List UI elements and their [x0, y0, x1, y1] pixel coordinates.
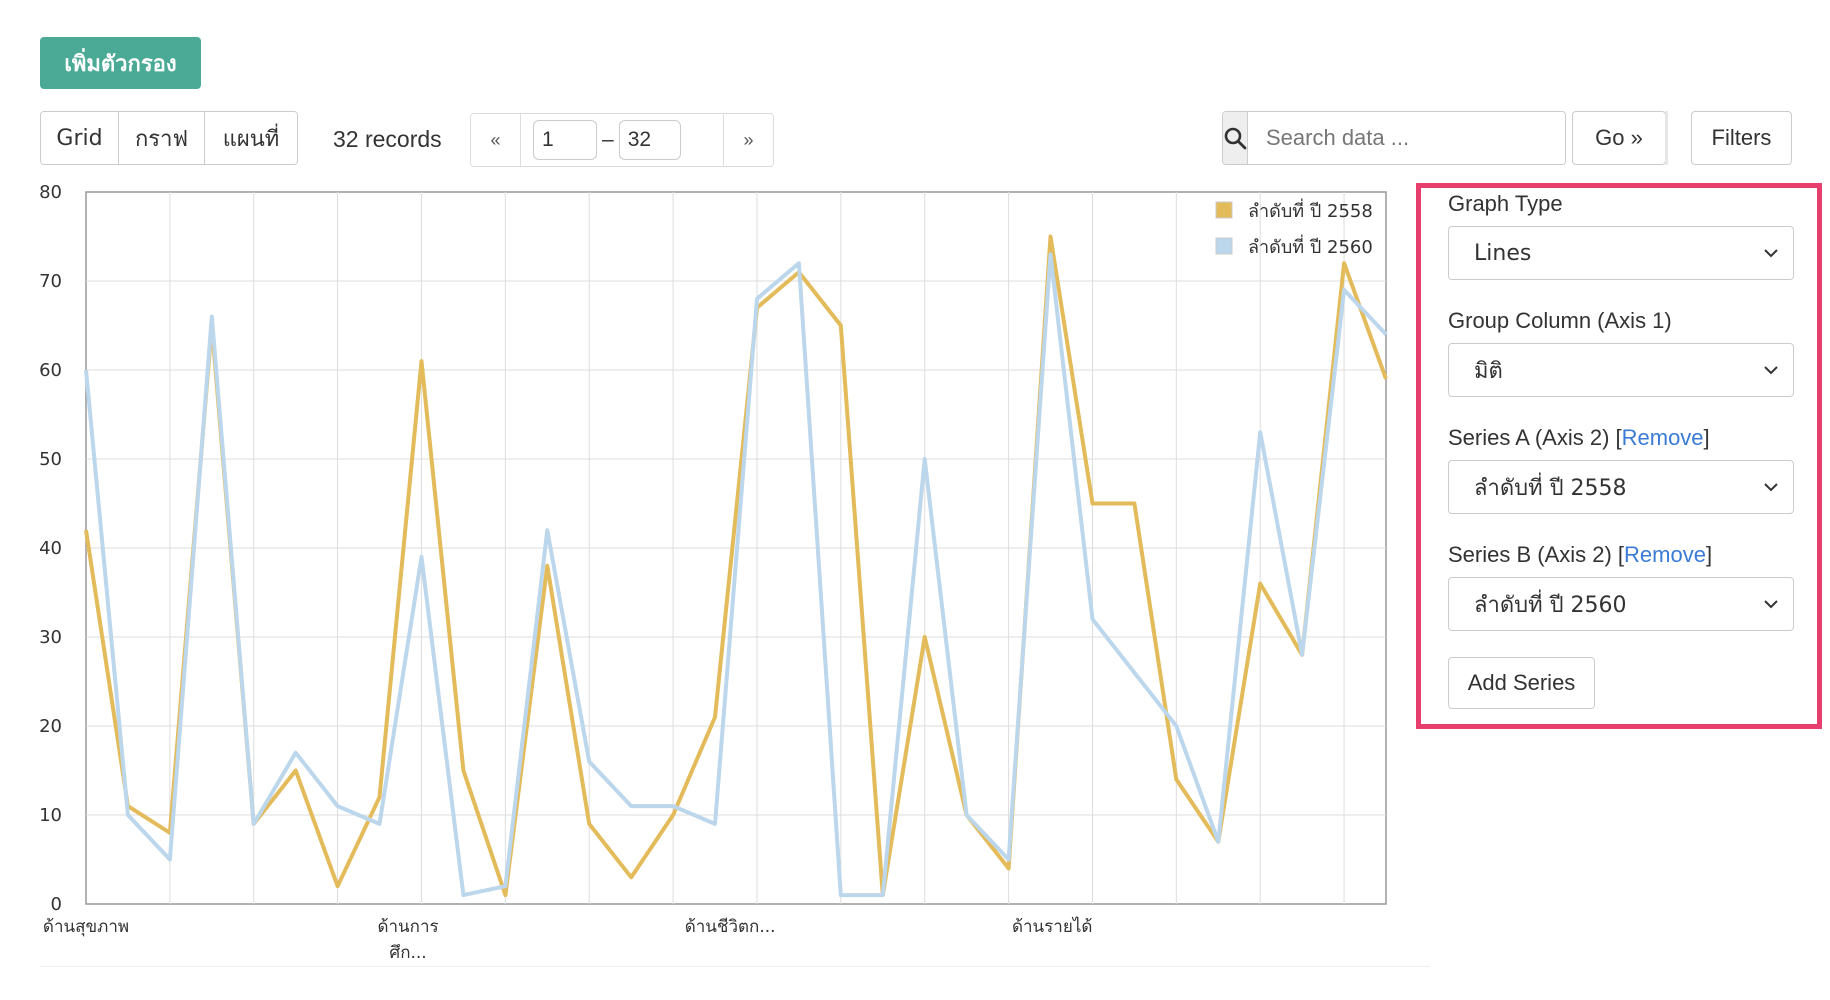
- x-tick-label: ด้านชีวิตก...: [685, 917, 776, 937]
- filters-button[interactable]: Filters: [1691, 111, 1792, 165]
- view-switcher: Grid กราฟ แผนที่: [40, 111, 298, 165]
- search-input[interactable]: [1248, 112, 1565, 164]
- chevron-down-icon: [1763, 599, 1779, 609]
- chevron-down-icon: [1763, 482, 1779, 492]
- x-tick-label: ด้านการ: [377, 917, 438, 937]
- y-tick-label: 70: [39, 271, 62, 292]
- series-b-select[interactable]: ลำดับที่ ปี 2560: [1448, 577, 1794, 631]
- record-count: 32 records: [333, 126, 442, 152]
- group-column-value: มิติ: [1474, 358, 1503, 384]
- series-b-value: ลำดับที่ ปี 2560: [1474, 592, 1627, 618]
- series-a-label-text: Series A (Axis 2) [: [1448, 425, 1622, 450]
- page-from-input[interactable]: [533, 120, 597, 160]
- series-a-label: Series A (Axis 2) [Remove]: [1448, 425, 1710, 451]
- graph-type-select[interactable]: Lines: [1448, 226, 1794, 280]
- prev-page-button[interactable]: «: [471, 114, 521, 166]
- y-tick-label: 10: [39, 805, 62, 826]
- graph-options-panel: Graph Type Lines Group Column (Axis 1) ม…: [1416, 183, 1822, 729]
- x-tick-label: ศึก...: [389, 943, 426, 963]
- group-column-select[interactable]: มิติ: [1448, 343, 1794, 397]
- y-axis-ticks: 0 10 20 30 40 50 60 70 80: [39, 182, 62, 915]
- series-a-select[interactable]: ลำดับที่ ปี 2558: [1448, 460, 1794, 514]
- search-icon[interactable]: [1223, 112, 1248, 164]
- tab-grid[interactable]: Grid: [41, 112, 119, 164]
- series-a-remove-link[interactable]: Remove: [1622, 425, 1704, 450]
- y-tick-label: 80: [39, 182, 62, 203]
- page-range-dash: –: [602, 128, 614, 151]
- series-a-value: ลำดับที่ ปี 2558: [1474, 475, 1627, 501]
- x-axis-labels: ด้านสุขภาพ ด้านการศึก... ด้านชีวิตก... ด้าน…: [43, 916, 1092, 963]
- line-chart: 0 10 20 30 40 50 60 70 80 ด้านสุขภาพ ด้านการศึก..…: [39, 182, 1388, 963]
- legend-label: ลำดับที่ ปี 2560: [1248, 234, 1373, 258]
- y-tick-label: 40: [39, 538, 62, 559]
- graph-type-label: Graph Type: [1448, 191, 1563, 216]
- group-column-label: Group Column (Axis 1): [1448, 308, 1672, 333]
- add-filter-button[interactable]: เพิ่มตัวกรอง: [40, 37, 201, 89]
- chevron-down-icon: [1763, 248, 1779, 258]
- page-to-input[interactable]: [618, 120, 681, 160]
- pager: « – »: [470, 113, 774, 167]
- series-a-label-close: ]: [1703, 425, 1710, 450]
- tab-map[interactable]: แผนที่: [205, 112, 297, 164]
- y-tick-label: 60: [39, 360, 62, 381]
- search-group: [1222, 111, 1566, 165]
- series-b-label-text: Series B (Axis 2) [: [1448, 542, 1625, 567]
- x-tick-label: ด้านสุขภาพ: [43, 917, 129, 937]
- tab-graph[interactable]: กราฟ: [119, 112, 205, 164]
- toolbar-divider: [1665, 111, 1668, 165]
- series-b-remove-link[interactable]: Remove: [1624, 542, 1706, 567]
- legend-swatch: [1215, 237, 1233, 255]
- y-tick-label: 20: [39, 716, 62, 737]
- chevron-down-icon: [1763, 365, 1779, 375]
- go-button[interactable]: Go »: [1572, 111, 1666, 165]
- x-tick-label: ด้านรายได้: [1012, 916, 1092, 937]
- add-series-button[interactable]: Add Series: [1448, 657, 1595, 709]
- graph-type-value: Lines: [1474, 240, 1532, 266]
- y-tick-label: 30: [39, 627, 62, 648]
- legend-swatch: [1215, 201, 1233, 219]
- legend-label: ลำดับที่ ปี 2558: [1248, 198, 1373, 222]
- chart-bottom-divider: [40, 966, 1430, 967]
- y-tick-label: 0: [51, 894, 62, 915]
- series-b-label: Series B (Axis 2) [Remove]: [1448, 542, 1712, 568]
- y-tick-label: 50: [39, 449, 62, 470]
- series-b-label-close: ]: [1705, 542, 1713, 567]
- next-page-button[interactable]: »: [723, 114, 773, 166]
